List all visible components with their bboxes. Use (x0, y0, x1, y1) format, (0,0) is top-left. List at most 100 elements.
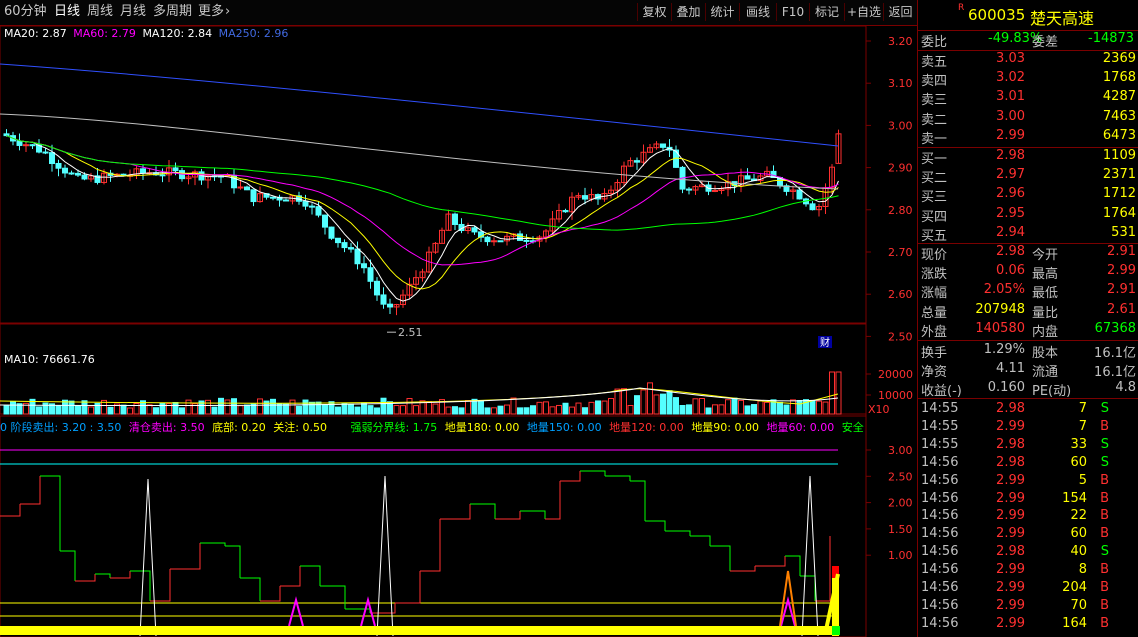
tab-multi-period[interactable]: 多周期 (153, 3, 192, 21)
overlay-button[interactable]: 叠加 (671, 3, 705, 21)
candle-body (250, 189, 257, 203)
price-axis-label: 2.70 (888, 246, 913, 259)
volume-bar (289, 399, 296, 415)
stock-header: R 600035 楚天高速 (918, 0, 1138, 31)
candle-body (283, 199, 289, 202)
indicator-axis-label: 3.00 (888, 444, 913, 457)
statistics-button[interactable]: 统计 (705, 3, 739, 21)
indicator-axis-label: 2.00 (888, 497, 913, 510)
fundamental-row: 净资 4.11 流通 16.1亿 (918, 361, 1138, 380)
back-button[interactable]: 返回 (883, 3, 917, 21)
fuquan-button[interactable]: 复权 (637, 3, 671, 21)
volume-bar (556, 404, 562, 415)
tick-row: 14:56 2.99 70 B (918, 598, 1138, 617)
buy-level-row: 买四 2.95 1764 (918, 206, 1138, 225)
candle-body (315, 206, 322, 216)
volume-bar (452, 406, 458, 415)
volume-bar (699, 398, 705, 415)
candle-body (62, 167, 68, 174)
candle-body (660, 143, 666, 148)
level-price: 2.96 (996, 186, 1025, 202)
tick-row: 14:56 2.99 164 B (918, 616, 1138, 635)
level-label: 买一 (921, 152, 948, 167)
stat-label: 最低 (1032, 286, 1059, 302)
level-volume: 2371 (1102, 167, 1136, 183)
volume-axis-label: 20000 (878, 368, 913, 381)
volume-bar (816, 400, 822, 415)
stat-value: 207948 (975, 301, 1025, 317)
candle-body (172, 167, 179, 172)
volume-bar (81, 400, 88, 415)
stat-label: 现价 (921, 248, 948, 263)
draw-line-button[interactable]: 画线 (739, 3, 776, 21)
sell-level-row: 卖三 3.01 4287 (918, 89, 1138, 108)
volume-bar (738, 399, 744, 415)
tick-volume: 5 (1078, 472, 1087, 488)
candle-body (712, 190, 718, 193)
stat-value: 4.8 (1115, 380, 1136, 395)
divider (918, 398, 1138, 399)
indicator-step (730, 566, 756, 572)
volume-bar (380, 397, 387, 415)
bottom-signal (288, 596, 304, 627)
volume-bar (406, 398, 413, 415)
volume-bar (790, 399, 796, 415)
ground-vol-90-label: 地量90: 0.00 (691, 421, 760, 434)
ma120-label: MA120: 2.84 (142, 27, 213, 40)
volume-bar (36, 406, 42, 415)
volume-bar (302, 399, 309, 415)
volume-bar (835, 371, 842, 415)
indicator-step (800, 575, 816, 601)
quote-panel: R 600035 楚天高速 委比 -49.83% 委差 -14873 卖五 3.0… (917, 0, 1138, 637)
kline-chart[interactable]: 3.20 3.10 3.00 2.90 2.80 2.70 2.60 2.50 2.51 财 200… (0, 26, 917, 637)
indicator-step (260, 586, 281, 602)
level-label: 卖五 (921, 55, 948, 70)
candle-body (471, 227, 478, 233)
indicator-step (280, 566, 301, 587)
volume-bar (562, 402, 569, 415)
tick-row: 14:55 2.98 33 S (918, 437, 1138, 456)
level-label: 买四 (921, 209, 948, 225)
volume-bar (497, 405, 504, 415)
stat-value: 2.61 (1107, 301, 1136, 317)
indicator-step (545, 481, 561, 520)
mark-button[interactable]: 标记 (809, 3, 844, 21)
tab-monthly[interactable]: 月线 (120, 3, 146, 21)
level-price: 3.01 (996, 89, 1025, 105)
volume-bar (783, 404, 790, 415)
indicator-step (470, 503, 496, 519)
candle-body (159, 174, 166, 177)
level-label: 卖三 (921, 93, 948, 109)
stat-value: 4.11 (996, 361, 1025, 376)
f10-button[interactable]: F10 (776, 3, 809, 21)
candle-body (796, 189, 803, 200)
stage-sell-label: 0 阶段卖出: 3.20 : 3.50 (0, 421, 122, 434)
tick-row: 14:56 2.99 204 B (918, 580, 1138, 599)
ma60-line (6, 135, 839, 231)
add-watchlist-button[interactable]: +自选 (844, 3, 883, 21)
tab-daily[interactable]: 日线 (54, 3, 80, 21)
tab-60min[interactable]: 60分钟 (4, 3, 47, 21)
indicator-legend: 0 阶段卖出: 3.20 : 3.50 清仓卖出: 3.50 底部: 0.20 … (0, 419, 864, 435)
stat-label: 换手 (921, 346, 948, 361)
ratio-label: 委比 (921, 35, 948, 50)
candle-body (68, 172, 75, 175)
tick-volume: 22 (1070, 508, 1087, 524)
candle-body (523, 239, 530, 242)
candle-body (354, 248, 361, 265)
volume-bar (42, 402, 49, 415)
tab-weekly[interactable]: 周线 (87, 3, 113, 21)
candle-body (23, 144, 29, 147)
price-axis-label: 3.20 (888, 35, 913, 48)
level-label: 卖四 (921, 74, 948, 90)
volume-bar (322, 404, 328, 415)
volume-bar (666, 390, 673, 415)
ma-legend: MA20: 2.87 MA60: 2.79 MA120: 2.84 MA250:… (4, 27, 288, 40)
candle-body (49, 152, 55, 164)
tab-more[interactable]: 更多 (198, 3, 224, 21)
level-price: 2.95 (996, 205, 1025, 221)
tick-row: 14:56 2.99 60 B (918, 526, 1138, 545)
volume-bar (400, 405, 406, 415)
volume-bar (549, 406, 556, 415)
safe-label: 安全 (841, 421, 864, 434)
